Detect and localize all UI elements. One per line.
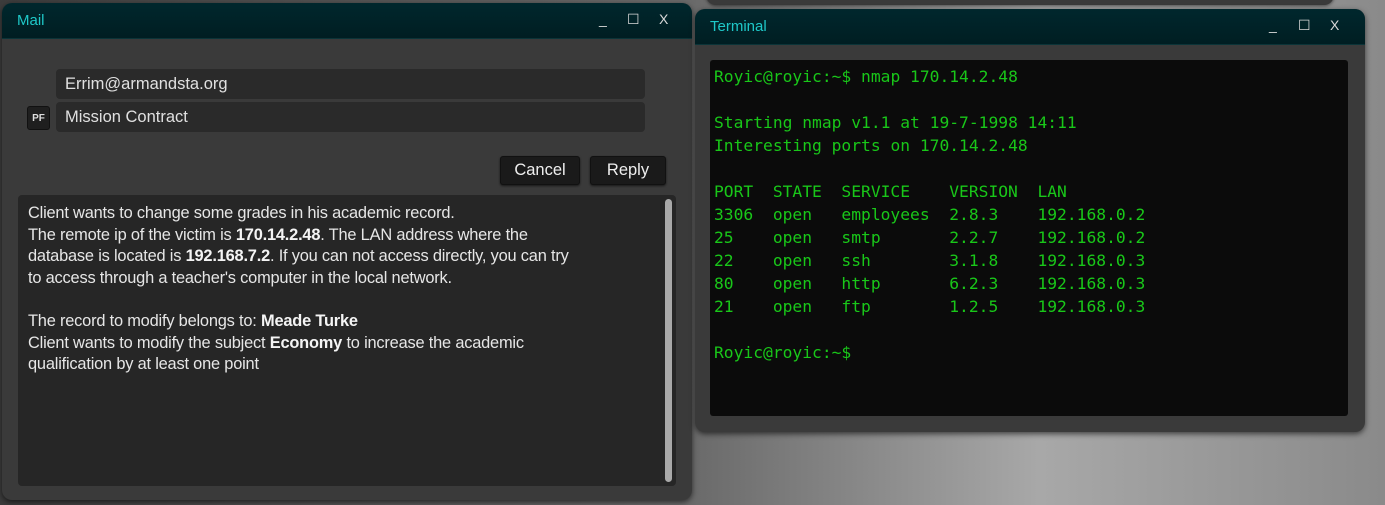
table-cell: 192.168.0.2 (1037, 228, 1146, 247)
table-cell: 2.2.7 (949, 228, 999, 247)
table-cell: 192.168.0.2 (1037, 205, 1146, 224)
table-cell: open (772, 297, 813, 316)
table-cell: VERSION (949, 182, 1018, 201)
subject-field[interactable]: Mission Contract (56, 102, 645, 132)
body-text: . If you can not access directly, you ca… (269, 247, 569, 266)
body-line: qualification by at least one point (28, 354, 569, 376)
table-cell: 192.168.0.3 (1037, 297, 1146, 316)
body-text: . The LAN address where the (320, 225, 528, 244)
highlighted-text: 192.168.7.2 (185, 247, 271, 266)
table-cell: 192.168.0.3 (1037, 251, 1146, 270)
body-line: database is located is 192.168.7.2. If y… (28, 246, 569, 268)
command-line: Royic@royic:~$ nmap 170.14.2.48 (714, 67, 1018, 86)
table-cell: PORT (714, 182, 754, 201)
table-cell: ssh (841, 251, 871, 270)
table-row: 80 open http 6.2.3 192.168.0.3 (714, 272, 1145, 295)
highlighted-text: 170.14.2.48 (235, 225, 321, 244)
table-cell: 2.8.3 (949, 205, 999, 224)
table-row: 22 open ssh 3.1.8 192.168.0.3 (714, 249, 1145, 272)
mail-titlebar[interactable]: Mail _ ☐ X (2, 3, 692, 39)
table-cell: ftp (841, 297, 871, 316)
close-icon[interactable]: X (659, 11, 668, 27)
minimize-icon[interactable]: _ (599, 11, 607, 27)
terminal-window: Terminal _ ☐ X Royic@royic:~$ nmap 170.1… (695, 9, 1365, 432)
mail-title: Mail (17, 12, 45, 29)
table-cell: 80 (714, 274, 734, 293)
body-text: The record to modify belongs to: (28, 311, 262, 330)
table-cell: 6.2.3 (949, 274, 999, 293)
table-cell: 3306 (714, 205, 754, 224)
body-line: Client wants to modify the subject Econo… (28, 333, 569, 355)
starting-line: Starting nmap v1.1 at 19-7-1998 14:11 (714, 113, 1077, 132)
table-cell: smtp (841, 228, 881, 247)
maximize-icon[interactable]: ☐ (1298, 17, 1311, 34)
cancel-button[interactable]: Cancel (500, 156, 580, 185)
table-row: 3306 open employees 2.8.3 192.168.0.2 (714, 203, 1145, 226)
prompt-line: Royic@royic:~$ (714, 343, 852, 362)
body-line: Client wants to change some grades in hi… (28, 203, 569, 225)
body-text: Client wants to change some grades in hi… (28, 204, 455, 222)
mail-window: Mail _ ☐ X Errim@armandsta.org PF Missio… (2, 3, 692, 500)
interesting-line: Interesting ports on 170.14.2.48 (714, 136, 1028, 155)
body-text: database is located is (28, 247, 186, 266)
table-cell: open (772, 228, 813, 247)
terminal-title: Terminal (710, 18, 767, 35)
body-text: Client wants to modify the subject (28, 333, 270, 352)
table-row: 25 open smtp 2.2.7 192.168.0.2 (714, 226, 1145, 249)
highlighted-text: Economy (269, 333, 343, 352)
body-text: qualification by at least one point (28, 355, 259, 374)
table-cell: 22 (714, 251, 734, 270)
maximize-icon[interactable]: ☐ (627, 11, 640, 28)
highlighted-text: Meade Turke (261, 311, 358, 330)
table-cell: 1.2.5 (949, 297, 999, 316)
body-line (28, 289, 569, 311)
body-text: The remote ip of the victim is (28, 225, 236, 244)
table-cell: STATE (772, 182, 822, 201)
table-cell: 25 (714, 228, 734, 247)
body-line: The record to modify belongs to: Meade T… (28, 311, 569, 333)
close-icon[interactable]: X (1330, 17, 1339, 33)
table-cell: 21 (714, 297, 734, 316)
table-cell: open (772, 274, 813, 293)
table-cell: http (841, 274, 881, 293)
pf-button[interactable]: PF (27, 106, 50, 130)
scrollbar[interactable] (665, 199, 672, 482)
body-line: The remote ip of the victim is 170.14.2.… (28, 225, 569, 247)
minimize-icon[interactable]: _ (1269, 17, 1277, 33)
table-cell: 3.1.8 (949, 251, 999, 270)
terminal-titlebar[interactable]: Terminal _ ☐ X (695, 9, 1365, 45)
body-text: to access through a teacher's computer i… (28, 268, 452, 287)
table-header: PORT STATE SERVICE VERSION LAN (714, 180, 1067, 203)
message-body[interactable]: Client wants to change some grades in hi… (18, 195, 676, 486)
body-line: to access through a teacher's computer i… (28, 268, 569, 290)
table-row: 21 open ftp 1.2.5 192.168.0.3 (714, 295, 1145, 318)
table-cell: employees (841, 205, 930, 224)
background-window (706, 0, 1334, 5)
table-cell: SERVICE (841, 182, 911, 201)
table-cell: open (772, 251, 813, 270)
table-cell: open (772, 205, 813, 224)
table-cell: LAN (1037, 182, 1067, 201)
reply-button[interactable]: Reply (590, 156, 666, 185)
to-field[interactable]: Errim@armandsta.org (56, 69, 645, 99)
message-text: Client wants to change some grades in hi… (28, 203, 569, 376)
terminal-screen[interactable]: Royic@royic:~$ nmap 170.14.2.48 Starting… (710, 60, 1348, 416)
table-cell: 192.168.0.3 (1037, 274, 1146, 293)
body-text: to increase the academic (342, 333, 524, 352)
